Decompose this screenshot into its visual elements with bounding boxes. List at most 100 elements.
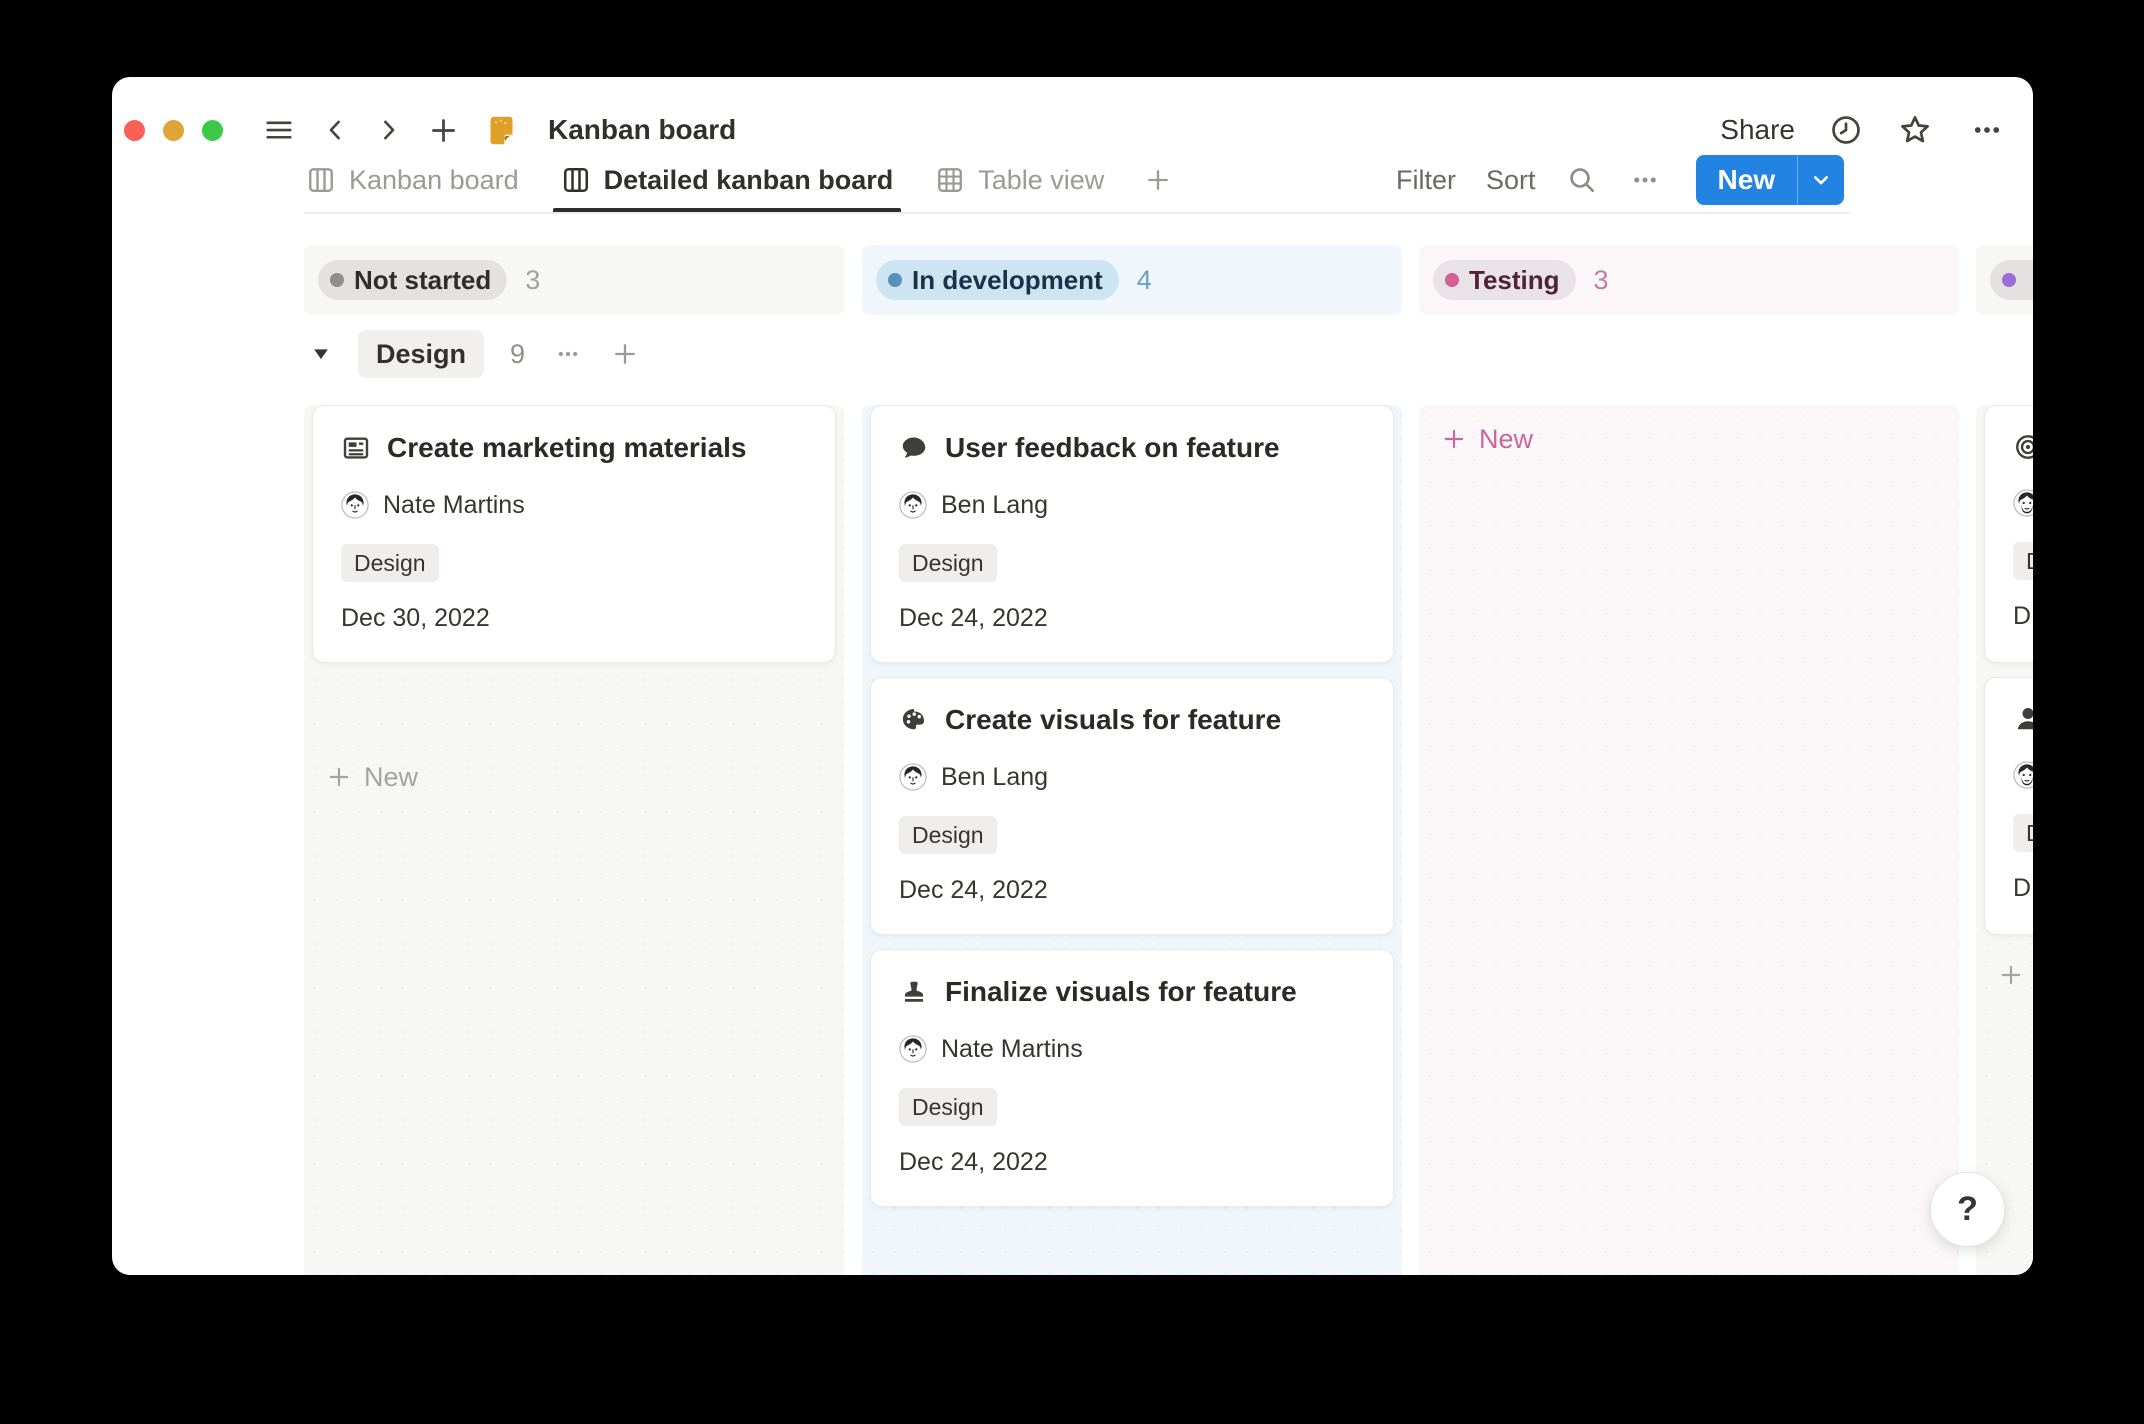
new-button-group: New xyxy=(1696,155,1845,205)
table-view-icon xyxy=(935,165,965,195)
app-window: Kanban board Share Kanban board Detailed… xyxy=(112,77,2033,1275)
due-date: D xyxy=(2013,602,2033,631)
forward-icon[interactable] xyxy=(375,115,402,145)
assignee-avatar xyxy=(2013,489,2033,517)
tag-badge: Design xyxy=(899,816,997,854)
column-header-in-development: In development 4 xyxy=(862,245,1402,315)
column-header-partial xyxy=(1976,245,2033,315)
tab-label: Table view xyxy=(978,165,1104,196)
assignee-avatar xyxy=(341,491,369,519)
group-header-design: Design 9 xyxy=(310,327,639,381)
fullscreen-window-button[interactable] xyxy=(202,120,223,141)
plus-icon xyxy=(1441,426,1467,452)
column-count: 3 xyxy=(525,265,540,296)
view-options-icon[interactable] xyxy=(1628,165,1662,195)
tag-badge: Design xyxy=(341,544,439,582)
add-card-label: New xyxy=(1479,424,1533,455)
board-toolbar: Filter Sort New xyxy=(1396,147,1844,213)
desktop-background: { "window": { "title": "Kanban board", "… xyxy=(0,0,2144,1424)
tab-label: Kanban board xyxy=(349,165,519,196)
clock-history-icon[interactable] xyxy=(1829,113,1863,147)
newspaper-icon xyxy=(341,433,371,463)
filter-button[interactable]: Filter xyxy=(1396,165,1456,196)
assignee-avatar xyxy=(899,491,927,519)
new-button[interactable]: New xyxy=(1696,155,1798,205)
tab-table-view[interactable]: Table view xyxy=(933,147,1106,213)
kanban-card[interactable]: Create marketing materials Nate Martins … xyxy=(312,405,836,663)
add-card-button[interactable]: New xyxy=(1998,949,2033,1001)
plus-icon xyxy=(1998,962,2024,988)
search-icon[interactable] xyxy=(1566,164,1598,196)
kanban-card[interactable]: D D xyxy=(1984,405,2033,663)
status-pill[interactable]: In development xyxy=(876,260,1119,300)
star-favorite-icon[interactable] xyxy=(1897,112,1933,148)
card-title: Create marketing materials xyxy=(387,432,747,464)
group-name-pill[interactable]: Design xyxy=(358,330,484,378)
kanban-card[interactable]: Create visuals for feature Ben Lang Desi… xyxy=(870,677,1394,935)
due-date: Dec 30, 2022 xyxy=(341,604,807,633)
assignee-name: Ben Lang xyxy=(941,763,1048,792)
back-icon[interactable] xyxy=(322,115,349,145)
assignee-avatar xyxy=(2013,761,2033,789)
column-testing: New xyxy=(1419,405,1959,1275)
status-pill[interactable] xyxy=(1990,260,2033,300)
group-count: 9 xyxy=(510,339,525,370)
column-count: 4 xyxy=(1137,265,1152,296)
stamp-icon xyxy=(899,977,929,1007)
assignee-avatar xyxy=(899,763,927,791)
page-title[interactable]: Kanban board xyxy=(548,114,736,146)
kanban-card[interactable]: D D xyxy=(1984,677,2033,935)
column-header-not-started: Not started 3 xyxy=(304,245,844,315)
card-title: User feedback on feature xyxy=(945,432,1280,464)
page-emoji-icon xyxy=(485,114,518,147)
card-title: Finalize visuals for feature xyxy=(945,976,1297,1008)
more-options-icon[interactable] xyxy=(1967,115,2007,145)
column-title: Not started xyxy=(354,265,491,296)
card-title: Create visuals for feature xyxy=(945,704,1281,736)
sort-button[interactable]: Sort xyxy=(1486,165,1536,196)
help-button[interactable]: ? xyxy=(1930,1172,2005,1247)
due-date: D xyxy=(2013,874,2033,903)
due-date: Dec 24, 2022 xyxy=(899,1148,1365,1177)
due-date: Dec 24, 2022 xyxy=(899,876,1365,905)
status-dot xyxy=(1445,273,1459,287)
add-view-icon[interactable] xyxy=(1144,166,1172,194)
add-card-button[interactable]: New xyxy=(1441,413,1533,465)
assignee-name: Nate Martins xyxy=(941,1035,1083,1064)
tag-badge: D xyxy=(2013,542,2033,580)
add-card-label: New xyxy=(364,762,418,793)
tab-detailed-kanban-board[interactable]: Detailed kanban board xyxy=(559,147,896,213)
tab-label: Detailed kanban board xyxy=(604,165,894,196)
column-header-testing: Testing 3 xyxy=(1419,245,1959,315)
assignee-name: Ben Lang xyxy=(941,491,1048,520)
kanban-card[interactable]: Finalize visuals for feature Nate Martin… xyxy=(870,949,1394,1207)
status-dot xyxy=(330,273,344,287)
board-view-icon xyxy=(561,165,591,195)
collapse-triangle-icon[interactable] xyxy=(310,343,332,365)
share-button[interactable]: Share xyxy=(1720,114,1795,146)
group-add-icon[interactable] xyxy=(611,340,639,368)
due-date: Dec 24, 2022 xyxy=(899,604,1365,633)
board-view-icon xyxy=(306,165,336,195)
assignee-name: Nate Martins xyxy=(383,491,525,520)
group-options-icon[interactable] xyxy=(551,341,585,367)
kanban-card[interactable]: User feedback on feature Ben Lang Design… xyxy=(870,405,1394,663)
tag-badge: D xyxy=(2013,814,2033,852)
speech-bubble-icon xyxy=(899,433,929,463)
column-not-started: Create marketing materials Nate Martins … xyxy=(304,405,844,1275)
column-partial: D D D D New xyxy=(1976,405,2033,1275)
column-title: Testing xyxy=(1469,265,1560,296)
minimize-window-button[interactable] xyxy=(163,120,184,141)
add-card-button[interactable]: New xyxy=(326,751,418,803)
status-pill[interactable]: Not started xyxy=(318,260,507,300)
status-pill[interactable]: Testing xyxy=(1433,260,1576,300)
palette-icon xyxy=(899,705,929,735)
column-count: 3 xyxy=(1594,265,1609,296)
tab-kanban-board[interactable]: Kanban board xyxy=(304,147,521,213)
sidebar-toggle-icon[interactable] xyxy=(262,115,296,145)
close-window-button[interactable] xyxy=(124,120,145,141)
column-title: In development xyxy=(912,265,1103,296)
new-button-dropdown[interactable] xyxy=(1797,155,1844,205)
new-page-icon[interactable] xyxy=(428,115,459,146)
tag-badge: Design xyxy=(899,1088,997,1126)
